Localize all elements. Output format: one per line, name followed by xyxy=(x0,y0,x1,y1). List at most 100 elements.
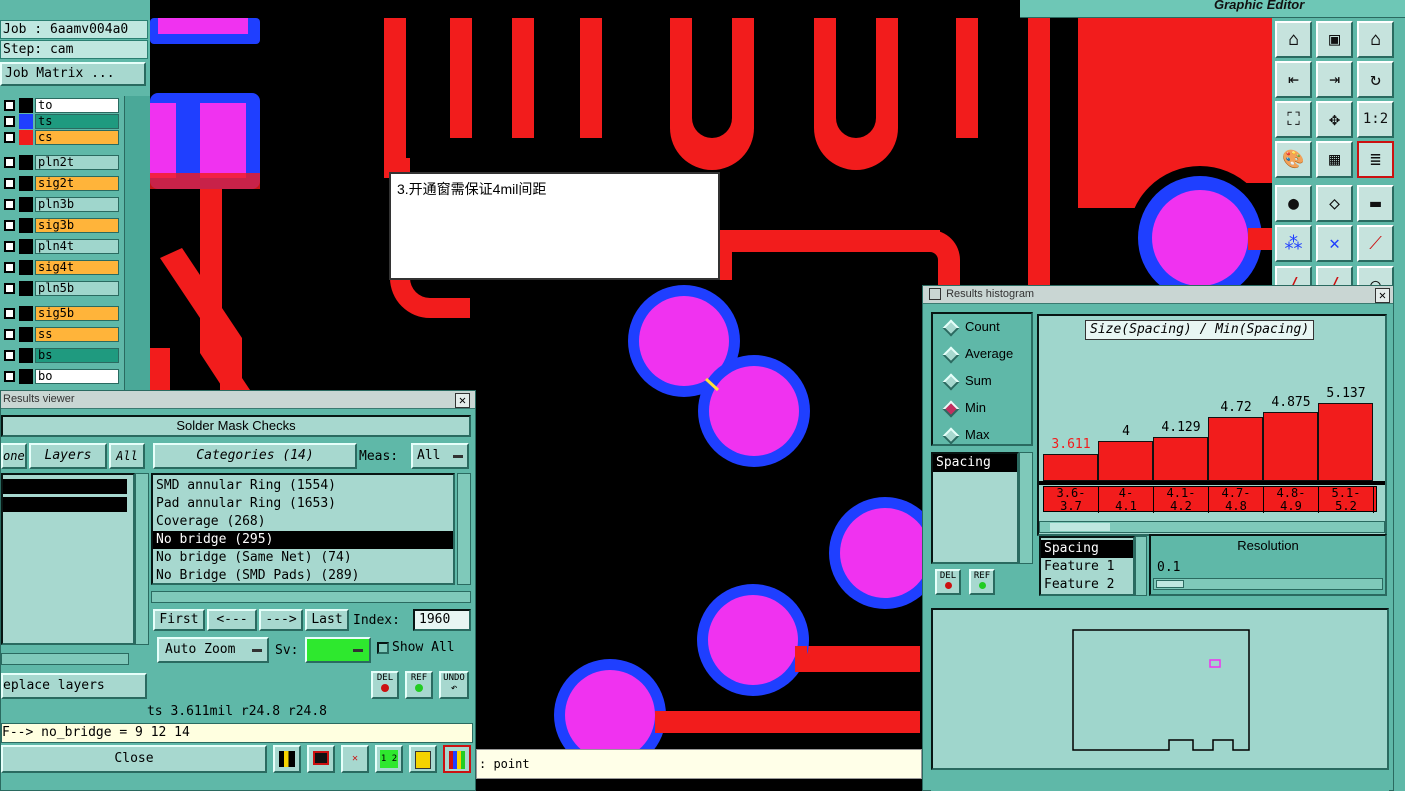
layer-row-pln2t[interactable]: pln2t xyxy=(0,155,120,170)
edit-tool-button[interactable]: ◇ xyxy=(1316,185,1353,222)
layer-checkbox[interactable] xyxy=(4,262,15,273)
house-tool-button[interactable]: ⌂ xyxy=(1357,21,1394,58)
chart-hscroll[interactable] xyxy=(1039,521,1385,533)
layer-row-pln3b[interactable]: pln3b xyxy=(0,197,120,212)
layer-name[interactable]: ts xyxy=(35,114,119,129)
category-item[interactable]: SMD annular Ring (1554) xyxy=(153,477,453,495)
layer-name[interactable]: ss xyxy=(35,327,119,342)
close-window-icon[interactable]: ✕ xyxy=(455,393,470,408)
palette-tool-button[interactable]: 🎨 xyxy=(1275,141,1312,178)
layer-checkbox[interactable] xyxy=(4,241,15,252)
close-button[interactable]: Close xyxy=(1,745,267,773)
layer-name[interactable]: sig2t xyxy=(35,176,119,191)
categories-scrollbar[interactable] xyxy=(457,473,471,585)
next-button[interactable]: ---> xyxy=(259,609,303,631)
histogram-titlebar[interactable]: Results histogram xyxy=(923,286,1393,304)
layer-name[interactable]: pln3b xyxy=(35,197,119,212)
ref-delete-tool-button[interactable]: ✕ xyxy=(341,745,369,773)
layer-checkbox[interactable] xyxy=(4,116,15,127)
ref-button[interactable]: REF xyxy=(405,671,433,699)
layer-row-sig3b[interactable]: sig3b xyxy=(0,218,120,233)
layer-results-scrollbar[interactable] xyxy=(135,473,149,645)
layer-row-bo[interactable]: bo xyxy=(0,369,120,384)
layer-name[interactable]: bo xyxy=(35,369,119,384)
layer-result-row[interactable] xyxy=(3,497,127,512)
feature-list[interactable]: Spacing Feature 1 Feature 2 xyxy=(1039,536,1135,596)
note-tool-button[interactable] xyxy=(409,745,437,773)
layer-row-sig4t[interactable]: sig4t xyxy=(0,260,120,275)
layer-checkbox[interactable] xyxy=(4,178,15,189)
layer-result-row[interactable] xyxy=(3,479,127,494)
del-button[interactable]: DEL xyxy=(371,671,399,699)
category-item[interactable]: No Bridge (SMD Pads) (289) xyxy=(153,567,453,585)
layer-row-cs[interactable]: cs xyxy=(0,130,120,145)
layer-row-sig5b[interactable]: sig5b xyxy=(0,306,120,321)
histogram-bar[interactable] xyxy=(1263,411,1318,481)
measure-list-item[interactable]: Spacing xyxy=(933,454,1017,472)
layer-checkbox[interactable] xyxy=(4,132,15,143)
layer-name[interactable]: pln5b xyxy=(35,281,119,296)
layer-name[interactable]: bs xyxy=(35,348,119,363)
sv-color-dropdown[interactable] xyxy=(305,637,371,663)
mode-radio-sum[interactable] xyxy=(942,373,960,391)
pick-tool-button[interactable]: ● xyxy=(1275,185,1312,222)
prev-button[interactable]: <--- xyxy=(207,609,257,631)
undo-button[interactable]: UNDO ↶ xyxy=(439,671,469,699)
histogram-bar[interactable] xyxy=(1098,441,1153,481)
layer-checkbox[interactable] xyxy=(4,308,15,319)
layers-button[interactable]: Layers xyxy=(29,443,107,469)
scale-1-2-tool-button[interactable]: 1 2 xyxy=(375,745,403,773)
results-viewer-titlebar[interactable]: Results viewer xyxy=(1,391,475,409)
category-item[interactable]: Pad annular Ring (1653) xyxy=(153,495,453,513)
show-all-checkbox[interactable] xyxy=(377,642,389,654)
layer-name[interactable]: pln4t xyxy=(35,239,119,254)
connect-tool-button[interactable]: ⁂ xyxy=(1275,225,1312,262)
categories-hscroll[interactable] xyxy=(151,591,471,603)
resolution-slider-thumb[interactable] xyxy=(1156,580,1184,588)
index-input[interactable]: 1960 xyxy=(413,609,471,631)
line-tool-button[interactable]: ⟋ xyxy=(1357,225,1394,262)
layer-scrollbar[interactable] xyxy=(124,96,150,390)
mode-radio-min[interactable] xyxy=(942,400,960,418)
cross-tool-button[interactable]: ✕ xyxy=(1316,225,1353,262)
categories-list[interactable]: SMD annular Ring (1554) Pad annular Ring … xyxy=(151,473,455,585)
layer-checkbox[interactable] xyxy=(4,350,15,361)
layers-all-button[interactable]: All xyxy=(109,443,145,469)
fit-tool-button[interactable]: ⛶ xyxy=(1275,101,1312,138)
layer-tool-button[interactable]: ≣ xyxy=(1357,141,1394,178)
histogram-ref-button[interactable]: REF xyxy=(969,569,995,595)
histogram-tool-button[interactable] xyxy=(443,745,471,773)
redo-tool-button[interactable]: ↻ xyxy=(1357,61,1394,98)
histogram-bar[interactable] xyxy=(1208,417,1263,481)
layer-name[interactable]: sig3b xyxy=(35,218,119,233)
mode-radio-max[interactable] xyxy=(942,427,960,445)
layer-name[interactable]: to xyxy=(35,98,119,113)
layer-row-pln5b[interactable]: pln5b xyxy=(0,281,120,296)
resolution-slider[interactable] xyxy=(1153,578,1383,590)
categories-button[interactable]: Categories (14) xyxy=(153,443,357,469)
category-item[interactable]: No bridge (295) xyxy=(153,531,453,549)
layer-checkbox[interactable] xyxy=(4,371,15,382)
auto-zoom-dropdown[interactable]: Auto Zoom xyxy=(157,637,269,663)
layer-results-list[interactable] xyxy=(1,473,135,645)
annotation-note[interactable]: 3.开通窗需保证4mil间距 xyxy=(389,172,720,280)
right-tool-button[interactable]: ⇥ xyxy=(1316,61,1353,98)
layer-row-pln4t[interactable]: pln4t xyxy=(0,239,120,254)
histogram-bar[interactable] xyxy=(1318,403,1373,481)
category-item[interactable]: Coverage (268) xyxy=(153,513,453,531)
histogram-bar[interactable] xyxy=(1153,436,1208,481)
board-preview[interactable] xyxy=(931,608,1389,770)
none-button[interactable]: one xyxy=(1,443,27,469)
layer-name[interactable]: sig4t xyxy=(35,260,119,275)
move-tool-button[interactable]: ✥ xyxy=(1316,101,1353,138)
layer-checkbox[interactable] xyxy=(4,329,15,340)
home-tool-button[interactable]: ⌂ xyxy=(1275,21,1312,58)
layer-name[interactable]: cs xyxy=(35,130,119,145)
chart-hscroll-thumb[interactable] xyxy=(1050,523,1110,531)
chart-tool-button[interactable] xyxy=(273,745,301,773)
layer-row-sig2t[interactable]: sig2t xyxy=(0,176,120,191)
replace-layers-button[interactable]: eplace layers xyxy=(1,673,147,699)
measure-list-scrollbar[interactable] xyxy=(1019,452,1033,564)
layer-checkbox[interactable] xyxy=(4,199,15,210)
scale-tool-button[interactable]: 1:2 xyxy=(1357,101,1394,138)
